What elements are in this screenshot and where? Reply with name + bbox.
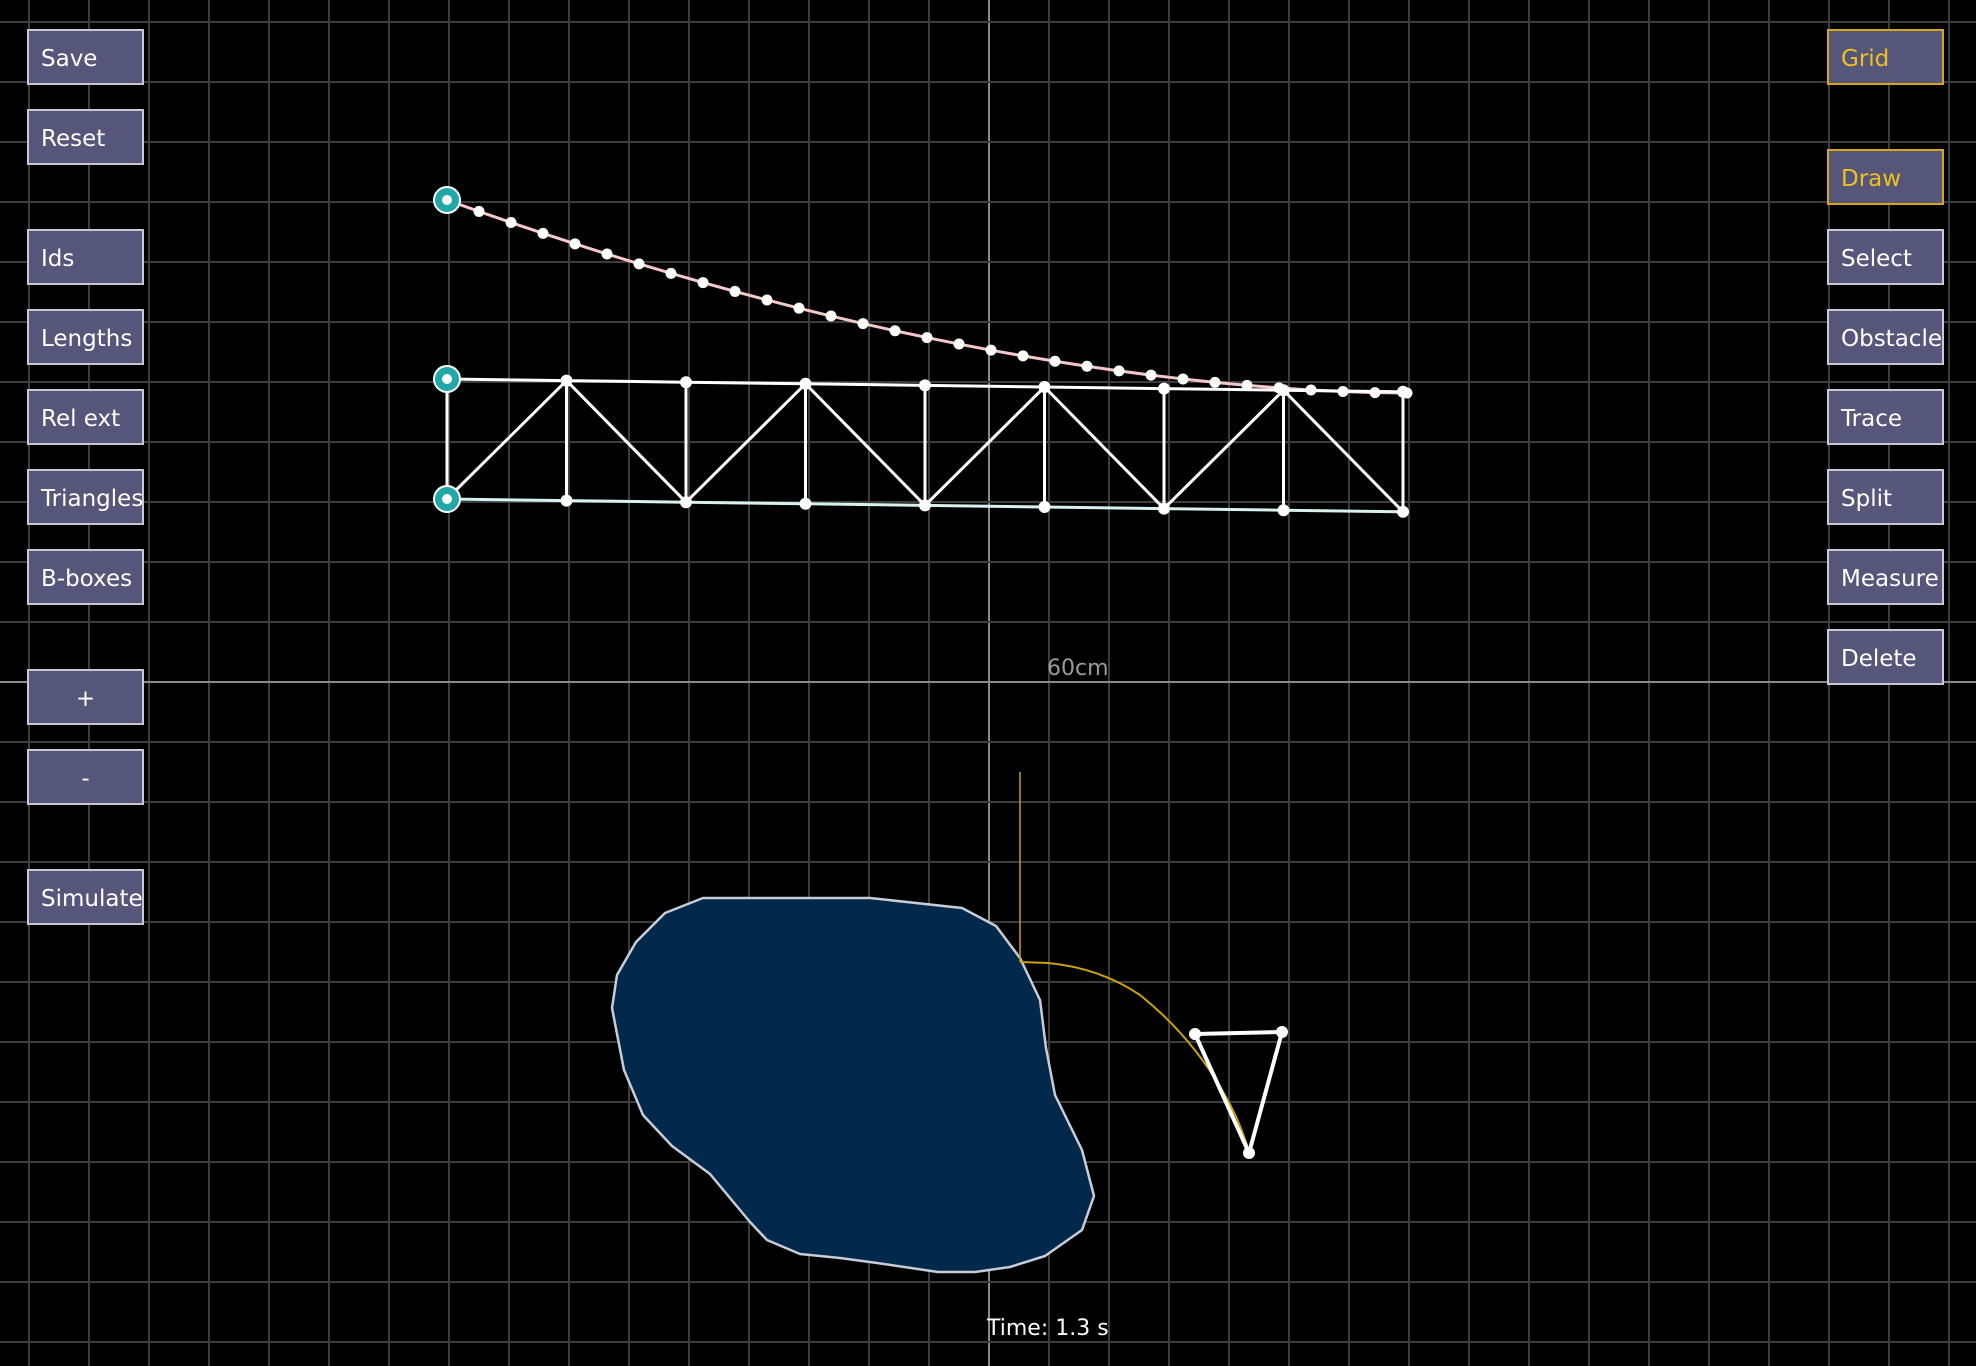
ids-toggle-button[interactable]: Ids — [27, 229, 144, 285]
falling-triangle[interactable] — [1189, 1026, 1288, 1159]
grid-toggle-button[interactable]: Grid — [1827, 29, 1944, 85]
obstacle-tool-button[interactable]: Obstacle — [1827, 309, 1944, 365]
anchor-center — [442, 195, 452, 205]
rope-node — [1145, 369, 1157, 381]
bboxes-toggle-button[interactable]: B-boxes — [27, 549, 144, 605]
rope-node — [1017, 350, 1029, 362]
anchor-center — [442, 374, 452, 384]
rope-node — [1209, 376, 1221, 388]
triangle-edges — [1193, 1030, 1284, 1155]
simulation-canvas[interactable] — [0, 0, 1976, 1366]
truss-diagonal-member — [1162, 389, 1285, 510]
zoom-out-button[interactable]: - — [27, 749, 144, 805]
simulation-window: Save Reset Ids Lengths Rel ext Triangles… — [0, 0, 1976, 1366]
truss-joint — [919, 499, 931, 512]
triangle-vertex — [1243, 1147, 1255, 1159]
rel-ext-toggle-button[interactable]: Rel ext — [27, 389, 144, 445]
fixed-anchor-point — [433, 365, 461, 393]
rope-node — [825, 310, 837, 322]
reset-button[interactable]: Reset — [27, 109, 144, 165]
split-tool-button[interactable]: Split — [1827, 469, 1944, 525]
rope-node — [1177, 373, 1189, 385]
truss-diagonal-member — [445, 379, 568, 501]
rope-node — [601, 248, 613, 260]
truss-joint — [1038, 381, 1051, 393]
truss-joint — [1038, 501, 1051, 513]
triangle-vertex — [1276, 1026, 1288, 1038]
truss-joint — [1277, 504, 1290, 517]
measure-tool-button[interactable]: Measure — [1827, 549, 1944, 605]
rope-node — [953, 338, 965, 350]
truss-joint — [680, 376, 692, 389]
truss-joint — [680, 496, 692, 509]
rope-segment — [446, 198, 1408, 395]
rope-node — [985, 344, 997, 356]
rope-node — [761, 294, 773, 306]
select-tool-button[interactable]: Select — [1827, 229, 1944, 285]
rope-node — [537, 227, 549, 239]
rope-node — [1081, 360, 1093, 372]
truss-diagonal-member — [923, 385, 1046, 507]
lengths-toggle-button[interactable]: Lengths — [27, 309, 144, 365]
rope-node — [697, 277, 709, 289]
rope-node — [921, 332, 933, 344]
truss-joint — [1397, 385, 1409, 398]
grid-scale-label: 60cm — [1047, 656, 1109, 681]
fixed-anchor-point — [433, 485, 461, 513]
save-button[interactable]: Save — [27, 29, 144, 85]
rope-node — [473, 205, 485, 217]
trace-tool-button[interactable]: Trace — [1827, 389, 1944, 445]
truss-joint — [1397, 505, 1409, 518]
anchor-center — [442, 494, 452, 504]
truss-joint — [1277, 384, 1290, 397]
rope-node — [1049, 355, 1061, 367]
rope-node — [793, 302, 805, 314]
triangles-toggle-button[interactable]: Triangles — [27, 469, 144, 525]
fixed-anchor-point — [433, 186, 461, 214]
truss-joint — [1158, 382, 1170, 395]
zoom-in-button[interactable]: + — [27, 669, 144, 725]
truss-diagonal-member — [1282, 389, 1405, 513]
triangle-vertex — [1189, 1028, 1201, 1040]
rope-node — [505, 217, 517, 229]
rope-node — [857, 318, 869, 330]
truss-joint — [560, 374, 573, 387]
truss-joint — [560, 494, 573, 507]
truss-diagonal-member — [1043, 385, 1166, 510]
rope-node — [633, 258, 645, 270]
rope-node — [729, 285, 741, 297]
rope-node — [889, 325, 901, 337]
truss-joint — [799, 377, 812, 390]
rope-node — [569, 238, 581, 250]
delete-tool-button[interactable]: Delete — [1827, 629, 1944, 685]
rope-node — [665, 267, 677, 279]
truss-joint — [799, 497, 812, 510]
rope-node — [1113, 365, 1125, 377]
simulation-time-readout: Time: 1.3 s — [987, 1316, 1109, 1341]
truss-joint — [1158, 502, 1170, 515]
truss-joint — [919, 379, 931, 392]
simulate-button[interactable]: Simulate — [27, 869, 144, 925]
obstacle-blob[interactable] — [610, 896, 1096, 1274]
draw-tool-button[interactable]: Draw — [1827, 149, 1944, 205]
truss-diagonal-member — [804, 382, 927, 507]
